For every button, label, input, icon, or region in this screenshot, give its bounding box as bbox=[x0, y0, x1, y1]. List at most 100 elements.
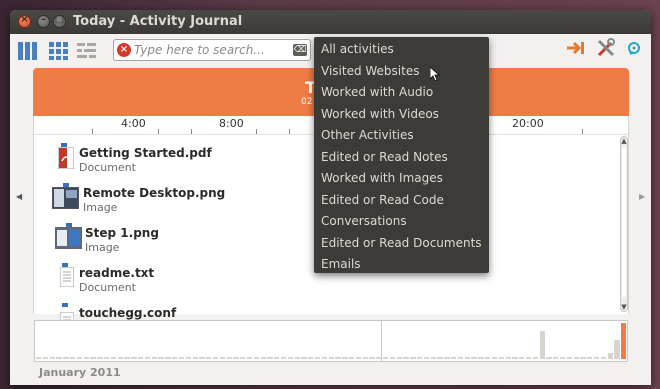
histogram-bar[interactable] bbox=[131, 357, 137, 359]
list-item[interactable]: touchegg.conf bbox=[52, 303, 312, 333]
histogram-bar[interactable] bbox=[212, 357, 219, 359]
filter-menu-item[interactable]: Worked with Videos bbox=[314, 104, 489, 126]
histogram-bar[interactable] bbox=[314, 357, 321, 359]
histogram-bar[interactable] bbox=[42, 357, 49, 359]
scroll-up-icon[interactable]: ▲ bbox=[621, 137, 627, 145]
histogram-bar[interactable] bbox=[532, 357, 539, 359]
search-error-icon[interactable]: × bbox=[117, 43, 131, 57]
filter-menu-item[interactable]: Edited or Read Notes bbox=[314, 147, 489, 169]
histogram-bar[interactable] bbox=[410, 357, 416, 359]
histogram-bar[interactable] bbox=[233, 357, 239, 359]
histogram-bar[interactable] bbox=[192, 357, 198, 359]
timeline-view-icon[interactable] bbox=[77, 42, 97, 60]
histogram-bar[interactable] bbox=[355, 357, 362, 359]
histogram-bar[interactable] bbox=[158, 357, 164, 359]
histogram-bar[interactable] bbox=[444, 357, 450, 359]
histogram-bar[interactable] bbox=[199, 357, 205, 359]
histogram-bar[interactable] bbox=[451, 357, 457, 359]
histogram-bar[interactable] bbox=[90, 357, 96, 359]
histogram-bar[interactable] bbox=[226, 357, 232, 359]
next-day-icon[interactable]: ▶ bbox=[639, 192, 645, 201]
list-item[interactable]: Getting Started.pdf Document bbox=[52, 143, 312, 180]
filter-menu-item[interactable]: Worked with Audio bbox=[314, 82, 489, 104]
histogram-bar[interactable] bbox=[437, 357, 443, 359]
histogram-bar[interactable] bbox=[403, 357, 409, 359]
minimize-button[interactable]: – bbox=[37, 14, 50, 28]
histogram-bar[interactable] bbox=[546, 357, 552, 359]
histogram-bar[interactable] bbox=[104, 357, 110, 359]
histogram-bar[interactable] bbox=[144, 357, 151, 359]
clear-search-icon[interactable]: ⌫ bbox=[293, 44, 307, 56]
filter-menu-item[interactable]: Edited or Read Documents bbox=[314, 233, 489, 255]
histogram-bar[interactable] bbox=[110, 357, 117, 359]
list-item[interactable]: Remote Desktop.png Image bbox=[51, 183, 312, 220]
histogram-bar[interactable] bbox=[430, 357, 436, 359]
histogram-bar[interactable] bbox=[342, 357, 348, 359]
histogram-bar[interactable] bbox=[172, 357, 178, 359]
histogram-bar[interactable] bbox=[519, 357, 525, 359]
histogram-bar[interactable] bbox=[498, 357, 504, 359]
histogram-bar[interactable] bbox=[600, 357, 607, 359]
filter-menu-item[interactable]: Emails bbox=[314, 254, 489, 276]
histogram-bar[interactable] bbox=[253, 357, 260, 359]
histogram-bar[interactable] bbox=[607, 353, 613, 359]
histogram-bar[interactable] bbox=[36, 357, 42, 359]
histogram-bar[interactable] bbox=[246, 357, 253, 359]
histogram-bar[interactable] bbox=[49, 357, 55, 359]
filter-menu-item[interactable]: Conversations bbox=[314, 211, 489, 233]
histogram-bar[interactable] bbox=[580, 357, 586, 359]
histogram-bar[interactable] bbox=[267, 357, 273, 359]
filter-menu-item[interactable]: Worked with Images bbox=[314, 168, 489, 190]
filter-menu-item[interactable]: Other Activities bbox=[314, 125, 489, 147]
histogram-bar[interactable] bbox=[151, 357, 157, 359]
scroll-thumb[interactable] bbox=[622, 147, 626, 297]
histogram-bar[interactable] bbox=[485, 357, 491, 359]
histogram-bar[interactable] bbox=[478, 357, 484, 359]
histogram-bar[interactable] bbox=[383, 357, 389, 359]
histogram-bar[interactable] bbox=[573, 357, 579, 359]
histogram-bar[interactable] bbox=[240, 357, 246, 359]
histogram-bar[interactable] bbox=[396, 357, 402, 359]
thumbnail-view-icon[interactable] bbox=[49, 42, 69, 60]
histogram-bar[interactable] bbox=[328, 357, 334, 359]
filter-menu-item[interactable]: All activities bbox=[314, 39, 489, 61]
histogram-bar[interactable] bbox=[553, 357, 559, 359]
histogram-bar[interactable] bbox=[471, 357, 477, 359]
help-icon[interactable] bbox=[627, 41, 641, 60]
vertical-scrollbar[interactable]: ▲ ▼ bbox=[620, 136, 628, 312]
histogram-bar[interactable] bbox=[423, 357, 430, 359]
histogram-bar[interactable] bbox=[138, 357, 144, 359]
histogram-bar[interactable] bbox=[287, 357, 294, 359]
histogram-bar[interactable] bbox=[559, 357, 566, 359]
histogram-bar[interactable] bbox=[362, 357, 368, 359]
filter-menu-item[interactable]: Visited Websites bbox=[314, 61, 489, 83]
histogram-bar[interactable] bbox=[335, 357, 341, 359]
scroll-down-icon[interactable]: ▼ bbox=[621, 303, 627, 311]
histogram-bar[interactable] bbox=[63, 357, 69, 359]
close-button[interactable]: × bbox=[18, 14, 31, 28]
histogram-bar[interactable] bbox=[539, 330, 545, 359]
histogram-bar[interactable] bbox=[165, 357, 171, 359]
maximize-button[interactable]: □ bbox=[53, 14, 66, 28]
histogram-bar[interactable] bbox=[219, 357, 226, 359]
histogram-bar[interactable] bbox=[83, 357, 89, 359]
histogram-bar[interactable] bbox=[369, 357, 375, 359]
histogram-bar[interactable] bbox=[117, 357, 123, 359]
histogram-bar[interactable] bbox=[97, 357, 103, 359]
grid-view-icon[interactable] bbox=[18, 42, 38, 60]
histogram-bar[interactable] bbox=[349, 357, 355, 359]
list-item[interactable]: readme.txt Document bbox=[52, 263, 312, 300]
histogram-bar[interactable] bbox=[274, 357, 280, 359]
search-input[interactable] bbox=[134, 42, 292, 58]
histogram-bar[interactable] bbox=[417, 357, 423, 359]
histogram-bar[interactable] bbox=[505, 357, 511, 359]
histogram-bar[interactable] bbox=[206, 357, 212, 359]
histogram-bar[interactable] bbox=[124, 357, 130, 359]
histogram-bar[interactable] bbox=[566, 357, 573, 359]
list-item[interactable]: Step 1.png Image bbox=[52, 223, 312, 260]
histogram-bar[interactable] bbox=[512, 357, 518, 359]
preferences-tools-icon[interactable] bbox=[596, 38, 616, 62]
histogram-bar[interactable] bbox=[56, 357, 62, 359]
histogram-bar[interactable] bbox=[464, 357, 470, 359]
histogram-bar[interactable] bbox=[301, 357, 307, 359]
